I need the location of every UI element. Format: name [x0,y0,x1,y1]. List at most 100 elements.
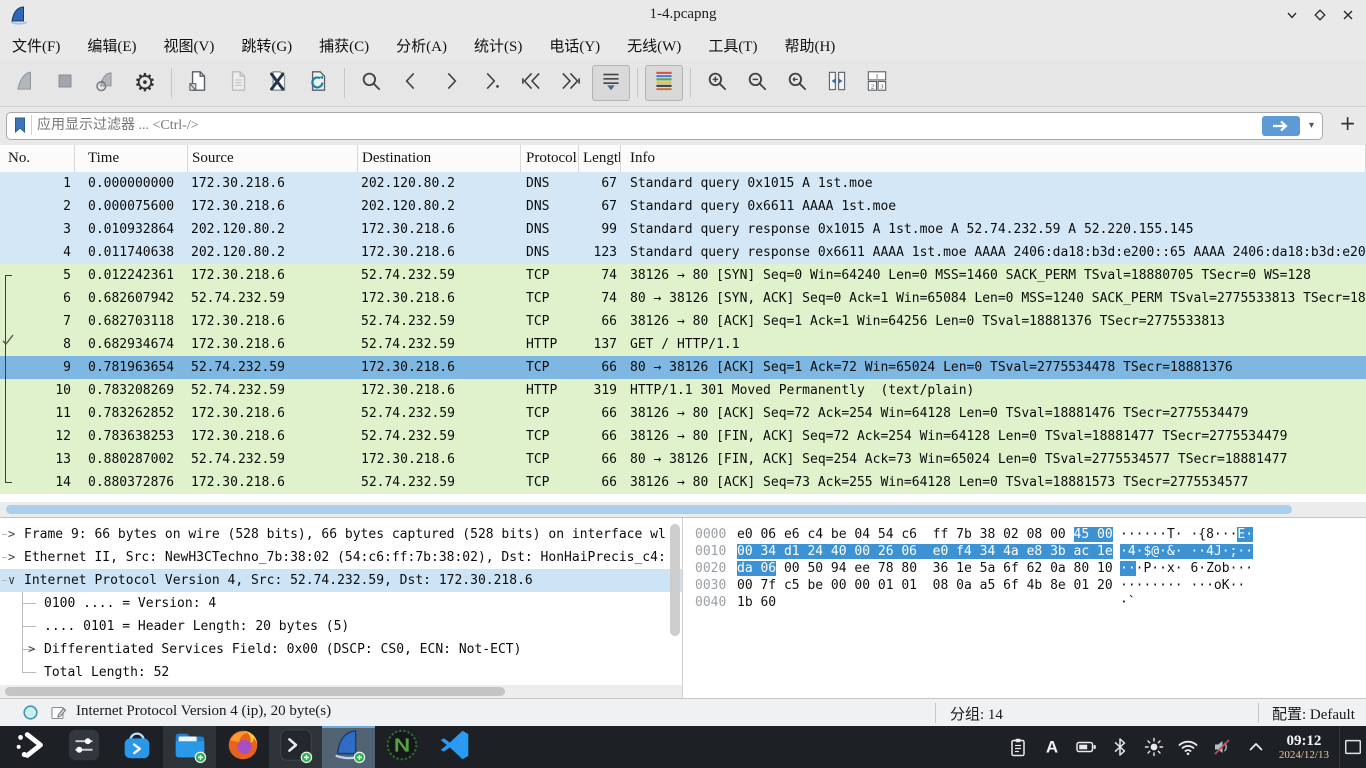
hex-row-0010[interactable]: 001000 34 d1 24 40 00 26 06 e0 f4 34 4a … [683,543,1366,560]
detail-row-2[interactable]: ∨Internet Protocol Version 4, Src: 52.74… [0,569,682,592]
status-profile[interactable]: 配置: Default [1272,703,1355,724]
dock-item-app-store[interactable] [110,726,163,768]
hex-row-0020[interactable]: 0020da 06 00 50 94 ee 78 80 36 1e 5a 6f … [683,560,1366,577]
hex-row-0000[interactable]: 0000e0 06 e6 c4 be 04 54 c6 ff 7b 38 02 … [683,526,1366,543]
dock-item-firefox[interactable] [216,726,269,768]
zoom-in-button[interactable] [698,65,736,101]
tray-collapse-icon[interactable] [1241,732,1271,762]
open-file-button[interactable] [179,65,217,101]
column-header-destination[interactable]: Destination [358,145,521,172]
maximize-button[interactable] [1312,7,1328,23]
dock-item-wireshark[interactable] [322,726,375,768]
details-hscrollbar[interactable] [0,685,682,699]
detail-row-3[interactable]: 0100 .... = Version: 4 [0,592,682,615]
packet-row-12[interactable]: 120.783638253172.30.218.652.74.232.59TCP… [0,425,1366,448]
filter-dropdown-caret[interactable]: ▾ [1309,120,1314,131]
hex-row-0040[interactable]: 00401b 60·` [683,594,1366,611]
expand-icon[interactable]: > [8,546,15,569]
column-header-length[interactable]: Length [579,145,621,172]
filter-bookmark-icon[interactable] [9,115,32,135]
layout-chooser-button[interactable]: 123 [858,65,896,101]
details-vscrollbar-thumb[interactable] [670,524,680,636]
detail-row-0[interactable]: >Frame 9: 66 bytes on wire (528 bits), 6… [0,523,682,546]
packet-list-hscrollbar[interactable] [0,502,1366,517]
close-button[interactable] [1340,7,1356,23]
menu-item-2[interactable]: 视图(V) [164,35,215,56]
close-file-button[interactable] [259,65,297,101]
menu-item-7[interactable]: 电话(Y) [549,35,600,56]
auto-scroll-button[interactable] [592,65,630,101]
expand-icon[interactable]: > [8,523,15,546]
dock-item-launcher[interactable] [4,726,57,768]
tray-brightness-icon[interactable] [1139,732,1169,762]
menu-item-6[interactable]: 统计(S) [474,35,522,56]
column-header-no[interactable]: No. [0,145,75,172]
go-to-packet-button[interactable] [472,65,510,101]
menu-item-3[interactable]: 跳转(G) [241,35,292,56]
packet-row-5[interactable]: 50.012242361172.30.218.652.74.232.59TCP7… [0,264,1366,287]
resize-columns-button[interactable] [818,65,856,101]
menu-item-9[interactable]: 工具(T) [708,35,757,56]
colorize-packets-button[interactable] [645,65,683,101]
dock-item-control-center[interactable] [57,726,110,768]
scrollbar-thumb[interactable] [5,687,505,696]
tray-bluetooth-icon[interactable] [1105,732,1135,762]
find-packet-button[interactable] [352,65,390,101]
scrollbar-thumb[interactable] [6,505,1292,514]
menu-item-10[interactable]: 帮助(H) [784,35,835,56]
apply-filter-button[interactable] [1262,116,1300,136]
tray-wifi-icon[interactable] [1173,732,1203,762]
hex-row-0030[interactable]: 003000 7f c5 be 00 00 01 01 08 0a a5 6f … [683,577,1366,594]
show-desktop-button[interactable] [1339,726,1366,768]
menu-item-4[interactable]: 捕获(C) [319,35,369,56]
menu-item-1[interactable]: 编辑(E) [87,35,136,56]
menu-item-5[interactable]: 分析(A) [396,35,447,56]
minimize-button[interactable] [1284,7,1300,23]
column-header-source[interactable]: Source [188,145,358,172]
zoom-reset-button[interactable] [778,65,816,101]
packet-row-8[interactable]: 80.682934674172.30.218.652.74.232.59HTTP… [0,333,1366,356]
detail-row-6[interactable]: Total Length: 52 [0,661,682,684]
packet-row-10[interactable]: 100.78320826952.74.232.59172.30.218.6HTT… [0,379,1366,402]
go-first-packet-button[interactable] [512,65,550,101]
detail-row-5[interactable]: >Differentiated Services Field: 0x00 (DS… [0,638,682,661]
go-last-packet-button[interactable] [552,65,590,101]
packet-row-13[interactable]: 130.88028700252.74.232.59172.30.218.6TCP… [0,448,1366,471]
display-filter-field[interactable]: ▾ [6,112,1323,140]
zoom-out-button[interactable] [738,65,776,101]
packet-row-9[interactable]: 90.78196365452.74.232.59172.30.218.6TCP6… [0,356,1366,379]
dock-item-terminal[interactable] [269,726,322,768]
add-filter-button[interactable]: + [1339,113,1356,133]
tray-volume-muted-icon[interactable] [1207,732,1237,762]
packet-row-14[interactable]: 140.880372876172.30.218.652.74.232.59TCP… [0,471,1366,494]
dock-item-neovim[interactable] [375,726,428,768]
clock[interactable]: 09:12 2024/12/13 [1279,733,1329,762]
go-forward-button[interactable] [432,65,470,101]
capture-comment-icon[interactable] [50,704,67,726]
go-back-button[interactable] [392,65,430,101]
expand-icon[interactable]: > [28,638,35,661]
packet-row-4[interactable]: 40.011740638202.120.80.2172.30.218.6DNS1… [0,241,1366,264]
capture-options-button[interactable]: ⚙ [126,65,164,101]
expert-info-icon[interactable] [22,704,39,726]
collapse-icon[interactable]: ∨ [8,569,15,592]
reload-file-button[interactable] [299,65,337,101]
tray-battery-icon[interactable] [1071,732,1101,762]
column-header-protocol[interactable]: Protocol [521,145,579,172]
filter-input[interactable] [35,114,1249,138]
dock-item-vscode[interactable] [428,726,481,768]
packet-row-1[interactable]: 10.000000000172.30.218.6202.120.80.2DNS6… [0,172,1366,195]
packet-row-2[interactable]: 20.000075600172.30.218.6202.120.80.2DNS6… [0,195,1366,218]
tray-clipboard-icon[interactable] [1003,732,1033,762]
detail-row-4[interactable]: .... 0101 = Header Length: 20 bytes (5) [0,615,682,638]
packet-row-6[interactable]: 60.68260794252.74.232.59172.30.218.6TCP7… [0,287,1366,310]
packet-row-7[interactable]: 70.682703118172.30.218.652.74.232.59TCP6… [0,310,1366,333]
column-header-info[interactable]: Info [621,145,1366,172]
packet-row-11[interactable]: 110.783262852172.30.218.652.74.232.59TCP… [0,402,1366,425]
dock-item-file-manager[interactable] [163,726,216,768]
detail-row-1[interactable]: >Ethernet II, Src: NewH3CTechno_7b:38:02… [0,546,682,569]
menu-item-8[interactable]: 无线(W) [627,35,681,56]
packet-row-3[interactable]: 30.010932864202.120.80.2172.30.218.6DNS9… [0,218,1366,241]
menu-item-0[interactable]: 文件(F) [12,35,60,56]
column-header-time[interactable]: Time [75,145,188,172]
